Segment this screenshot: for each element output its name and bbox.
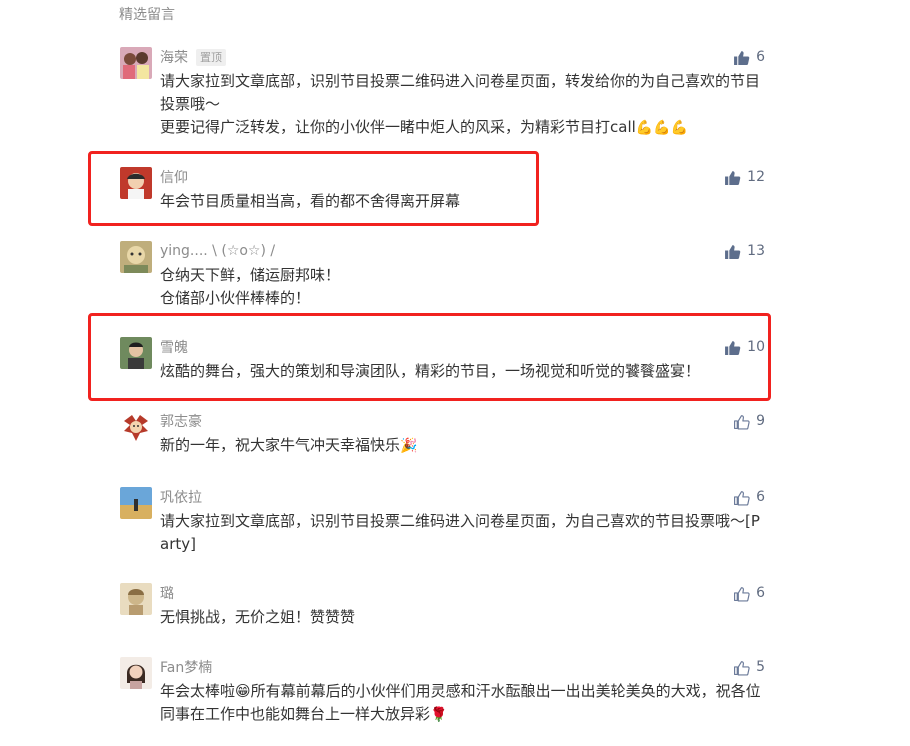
comment-text: 请大家拉到文章底部，识别节目投票二维码进入问卷星页面，为自己喜欢的节目投票哦～[… xyxy=(160,512,760,553)
thumbs-up-filled-icon xyxy=(724,243,741,260)
comment-text: 炫酷的舞台，强大的策划和导演团队，精彩的节目，一场视觉和听觉的饕餮盛宴！ xyxy=(160,362,701,380)
comment-text: 请大家拉到文章底部，识别节目投票二维码进入问卷星页面，转发给你的为自己喜欢的节目… xyxy=(160,72,761,113)
thumbs-up-outline-icon xyxy=(733,659,750,676)
thumbs-up-filled-icon xyxy=(724,169,741,186)
avatar[interactable] xyxy=(120,657,152,689)
like-button[interactable]: 6 xyxy=(733,583,765,603)
comment-nickname[interactable]: 雪魄 xyxy=(160,337,188,357)
avatar[interactable] xyxy=(120,241,152,273)
comment-text: 新的一年，祝大家牛气冲天幸福快乐 xyxy=(160,436,401,454)
like-button[interactable]: 9 xyxy=(733,411,765,431)
like-count: 5 xyxy=(756,659,765,675)
thumbs-up-outline-icon xyxy=(733,585,750,602)
comment-text: 年会太棒啦😁所有幕前幕后的小伙伴们用灵感和汗水酝酿出一出出美轮美奂的大戏，祝各位… xyxy=(160,682,761,723)
avatar[interactable] xyxy=(120,487,152,519)
like-button[interactable]: 6 xyxy=(733,487,765,507)
like-count: 10 xyxy=(747,339,765,355)
comment-text: 年会节目质量相当高，看的都不舍得离开屏幕 xyxy=(160,192,461,210)
avatar[interactable] xyxy=(120,167,152,199)
avatar[interactable] xyxy=(120,583,152,615)
like-button[interactable]: 6 xyxy=(733,47,765,67)
section-title: 精选留言 xyxy=(119,7,175,23)
comment-text: 更要记得广泛转发，让你的小伙伴一睹中炬人的风采，为精彩节目打call xyxy=(160,118,636,136)
avatar[interactable] xyxy=(120,411,152,443)
like-button[interactable]: 12 xyxy=(724,167,765,187)
rose-emoji-icon: 🌹 xyxy=(430,707,448,723)
comment-nickname[interactable]: 璐 xyxy=(160,583,174,603)
thumbs-up-filled-icon xyxy=(733,49,750,66)
like-count: 12 xyxy=(747,169,765,185)
like-count: 6 xyxy=(756,585,765,601)
comment-nickname[interactable]: 海荣 xyxy=(160,47,188,67)
like-button[interactable]: 10 xyxy=(724,337,765,357)
avatar[interactable] xyxy=(120,47,152,79)
thumbs-up-outline-icon xyxy=(733,489,750,506)
comment-text: 无惧挑战，无价之姐！赞赞赞 xyxy=(160,608,356,626)
comment-text: 仓储部小伙伴棒棒的！ xyxy=(160,289,311,307)
pinned-badge: 置顶 xyxy=(196,48,226,66)
party-popper-emoji-icon: 🎉 xyxy=(400,438,418,454)
like-button[interactable]: 5 xyxy=(733,657,765,677)
comment-nickname[interactable]: 信仰 xyxy=(160,167,188,187)
comment-nickname[interactable]: ying.... \ (☆o☆) / xyxy=(160,243,275,259)
like-count: 9 xyxy=(756,413,765,429)
comment-nickname[interactable]: Fan梦楠 xyxy=(160,657,212,677)
like-button[interactable]: 13 xyxy=(724,241,765,261)
comment-text: 仓纳天下鲜，储运厨邦味！ xyxy=(160,266,341,284)
avatar[interactable] xyxy=(120,337,152,369)
thumbs-up-filled-icon xyxy=(724,339,741,356)
comment-nickname[interactable]: 郭志豪 xyxy=(160,411,202,431)
flexed-biceps-emoji-icon: 💪💪💪 xyxy=(635,120,689,136)
thumbs-up-outline-icon xyxy=(733,413,750,430)
like-count: 6 xyxy=(756,489,765,505)
like-count: 13 xyxy=(747,243,765,259)
like-count: 6 xyxy=(756,49,765,65)
comment-nickname[interactable]: 巩依拉 xyxy=(160,487,202,507)
